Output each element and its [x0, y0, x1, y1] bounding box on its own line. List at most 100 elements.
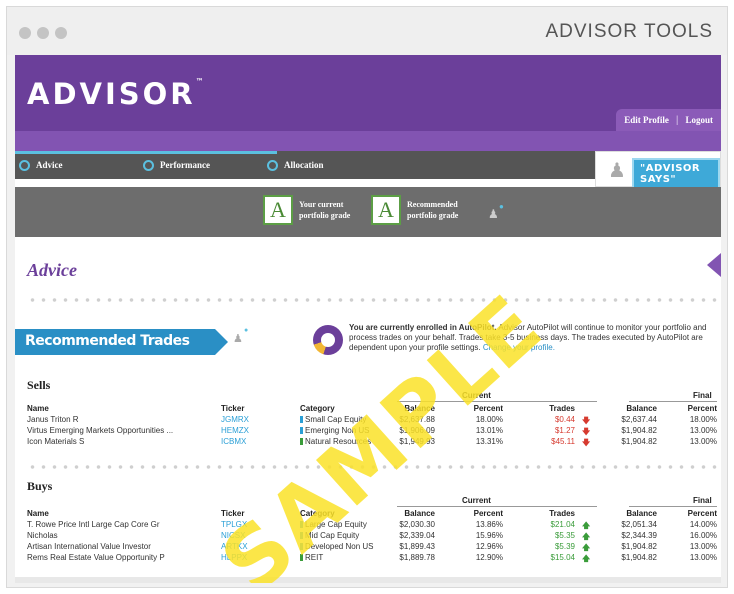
col-final-percent: Percent [687, 404, 717, 413]
final-balance: $2,637.44 [621, 415, 657, 424]
current-percent: 18.00% [475, 415, 503, 424]
window-title: ADVISOR TOOLS [545, 21, 713, 42]
person-icon[interactable]: ♟ [233, 332, 243, 345]
person-icon: ♟ [608, 160, 626, 182]
current-grade: A Your current portfolio grade [263, 195, 350, 225]
chat-bubble-icon[interactable]: ● [244, 327, 248, 334]
final-percent: 18.00% [689, 415, 717, 424]
step-label: Performance [160, 160, 210, 170]
advisor-says-label: "ADVISOR SAYS" [632, 158, 720, 190]
step-label: Allocation [284, 160, 324, 170]
col-trades: Trades [549, 404, 575, 413]
table-row[interactable]: Virtus Emerging Markets Opportunities ..… [27, 426, 717, 436]
advisor-logo[interactable]: ADVISOR™ [27, 77, 204, 111]
col-percent: Percent [473, 404, 503, 413]
current-balance: $2,030.30 [399, 520, 435, 529]
current-balance: $1,949.93 [399, 437, 435, 446]
current-balance: $2,339.04 [399, 531, 435, 540]
table-header-row: Name Ticker Category Balance Percent Tra… [27, 404, 717, 414]
recommended-grade-letter: A [371, 195, 401, 225]
logout-link[interactable]: Logout [685, 115, 713, 125]
fund-ticker[interactable]: HLPPX [221, 553, 247, 562]
fund-category: Large Cap Equity [300, 520, 367, 529]
category-marker [300, 554, 303, 561]
autopilot-icon [313, 325, 343, 355]
current-percent: 13.01% [475, 426, 503, 435]
dotted-divider [27, 465, 717, 469]
table-row[interactable]: Icon Materials S ICBMX Natural Resources… [27, 437, 717, 447]
arrow-up-icon: 🡅 [582, 554, 591, 563]
fund-name: Janus Triton R [27, 415, 79, 424]
arrow-down-icon: 🡇 [582, 438, 591, 447]
table-row[interactable]: Nicholas NICSX Mid Cap Equity $2,339.04 … [27, 531, 717, 541]
final-balance: $2,051.34 [621, 520, 657, 529]
trade-amount: $15.04 [550, 553, 575, 562]
final-balance: $1,904.82 [621, 553, 657, 562]
person-icon[interactable]: ♟ [488, 207, 499, 221]
final-percent: 13.00% [689, 437, 717, 446]
change-profile-link[interactable]: Change your profile. [483, 343, 555, 352]
step-bar [15, 131, 721, 151]
profile-nav: Edit Profile | Logout [616, 109, 721, 131]
fund-category: Emerging Non US [300, 426, 369, 435]
step-advice[interactable]: Advice [19, 151, 63, 179]
browser-window: ADVISOR TOOLS ADVISOR™ Edit Profile | Lo… [6, 6, 728, 588]
edit-profile-link[interactable]: Edit Profile [624, 115, 669, 125]
fund-category: Small Cap Equity [300, 415, 366, 424]
group-underline [629, 506, 717, 507]
fund-name: Virtus Emerging Markets Opportunities ..… [27, 426, 174, 435]
fund-category: Developed Non US [300, 542, 373, 551]
fund-name: Rems Real Estate Value Opportunity P [27, 553, 165, 562]
fund-category: REIT [300, 553, 323, 562]
trade-amount: $0.44 [554, 415, 575, 424]
nav-separator: | [675, 114, 679, 126]
step-allocation[interactable]: Allocation [267, 151, 324, 179]
current-balance: $2,637.88 [399, 415, 435, 424]
step-performance[interactable]: Performance [143, 151, 210, 179]
col-category: Category [300, 404, 335, 413]
close-window-dot[interactable] [19, 27, 31, 39]
maximize-window-dot[interactable] [55, 27, 67, 39]
table-row[interactable]: T. Rowe Price Intl Large Cap Core Gr TPL… [27, 520, 717, 530]
fund-ticker[interactable]: HEMZX [221, 426, 249, 435]
current-group-header: Current [462, 496, 491, 505]
buys-heading: Buys [27, 479, 53, 493]
col-final-balance: Balance [626, 509, 657, 518]
col-trades: Trades [549, 509, 575, 518]
fund-ticker[interactable]: TPLGX [221, 520, 247, 529]
col-percent: Percent [473, 509, 503, 518]
final-percent: 13.00% [689, 542, 717, 551]
current-percent: 15.96% [475, 531, 503, 540]
fund-ticker[interactable]: ICBMX [221, 437, 246, 446]
fund-ticker[interactable]: JGMRX [221, 415, 249, 424]
step-ring-icon [19, 159, 30, 171]
chat-bubble-icon[interactable]: ● [499, 202, 504, 211]
logo-text: ADVISOR [27, 77, 196, 111]
col-balance: Balance [404, 509, 435, 518]
page-footer [15, 577, 721, 583]
side-tab-arrow-icon[interactable] [707, 253, 721, 277]
minimize-window-dot[interactable] [37, 27, 49, 39]
advisor-says-button[interactable]: ♟ "ADVISOR SAYS" [595, 151, 721, 190]
title-bar: ADVISOR TOOLS [7, 7, 727, 55]
final-percent: 13.00% [689, 426, 717, 435]
current-balance: $1,899.43 [399, 542, 435, 551]
col-balance: Balance [404, 404, 435, 413]
col-name: Name [27, 509, 49, 518]
final-group-header: Final [693, 496, 712, 505]
current-balance: $1,906.09 [399, 426, 435, 435]
recommended-grade-caption: Recommended portfolio grade [407, 200, 459, 220]
current-percent: 13.31% [475, 437, 503, 446]
col-final-percent: Percent [687, 509, 717, 518]
table-row[interactable]: Rems Real Estate Value Opportunity P HLP… [27, 553, 717, 563]
category-marker [300, 416, 303, 423]
table-row[interactable]: Janus Triton R JGMRX Small Cap Equity $2… [27, 415, 717, 425]
trade-amount: $5.35 [554, 531, 575, 540]
final-percent: 14.00% [689, 520, 717, 529]
table-row[interactable]: Artisan International Value Investor ART… [27, 542, 717, 552]
fund-ticker[interactable]: NICSX [221, 531, 245, 540]
step-label: Advice [36, 160, 63, 170]
fund-ticker[interactable]: ARTKX [221, 542, 248, 551]
autopilot-message: You are currently enrolled in AutoPilot.… [349, 323, 707, 352]
fund-name: Artisan International Value Investor [27, 542, 151, 551]
